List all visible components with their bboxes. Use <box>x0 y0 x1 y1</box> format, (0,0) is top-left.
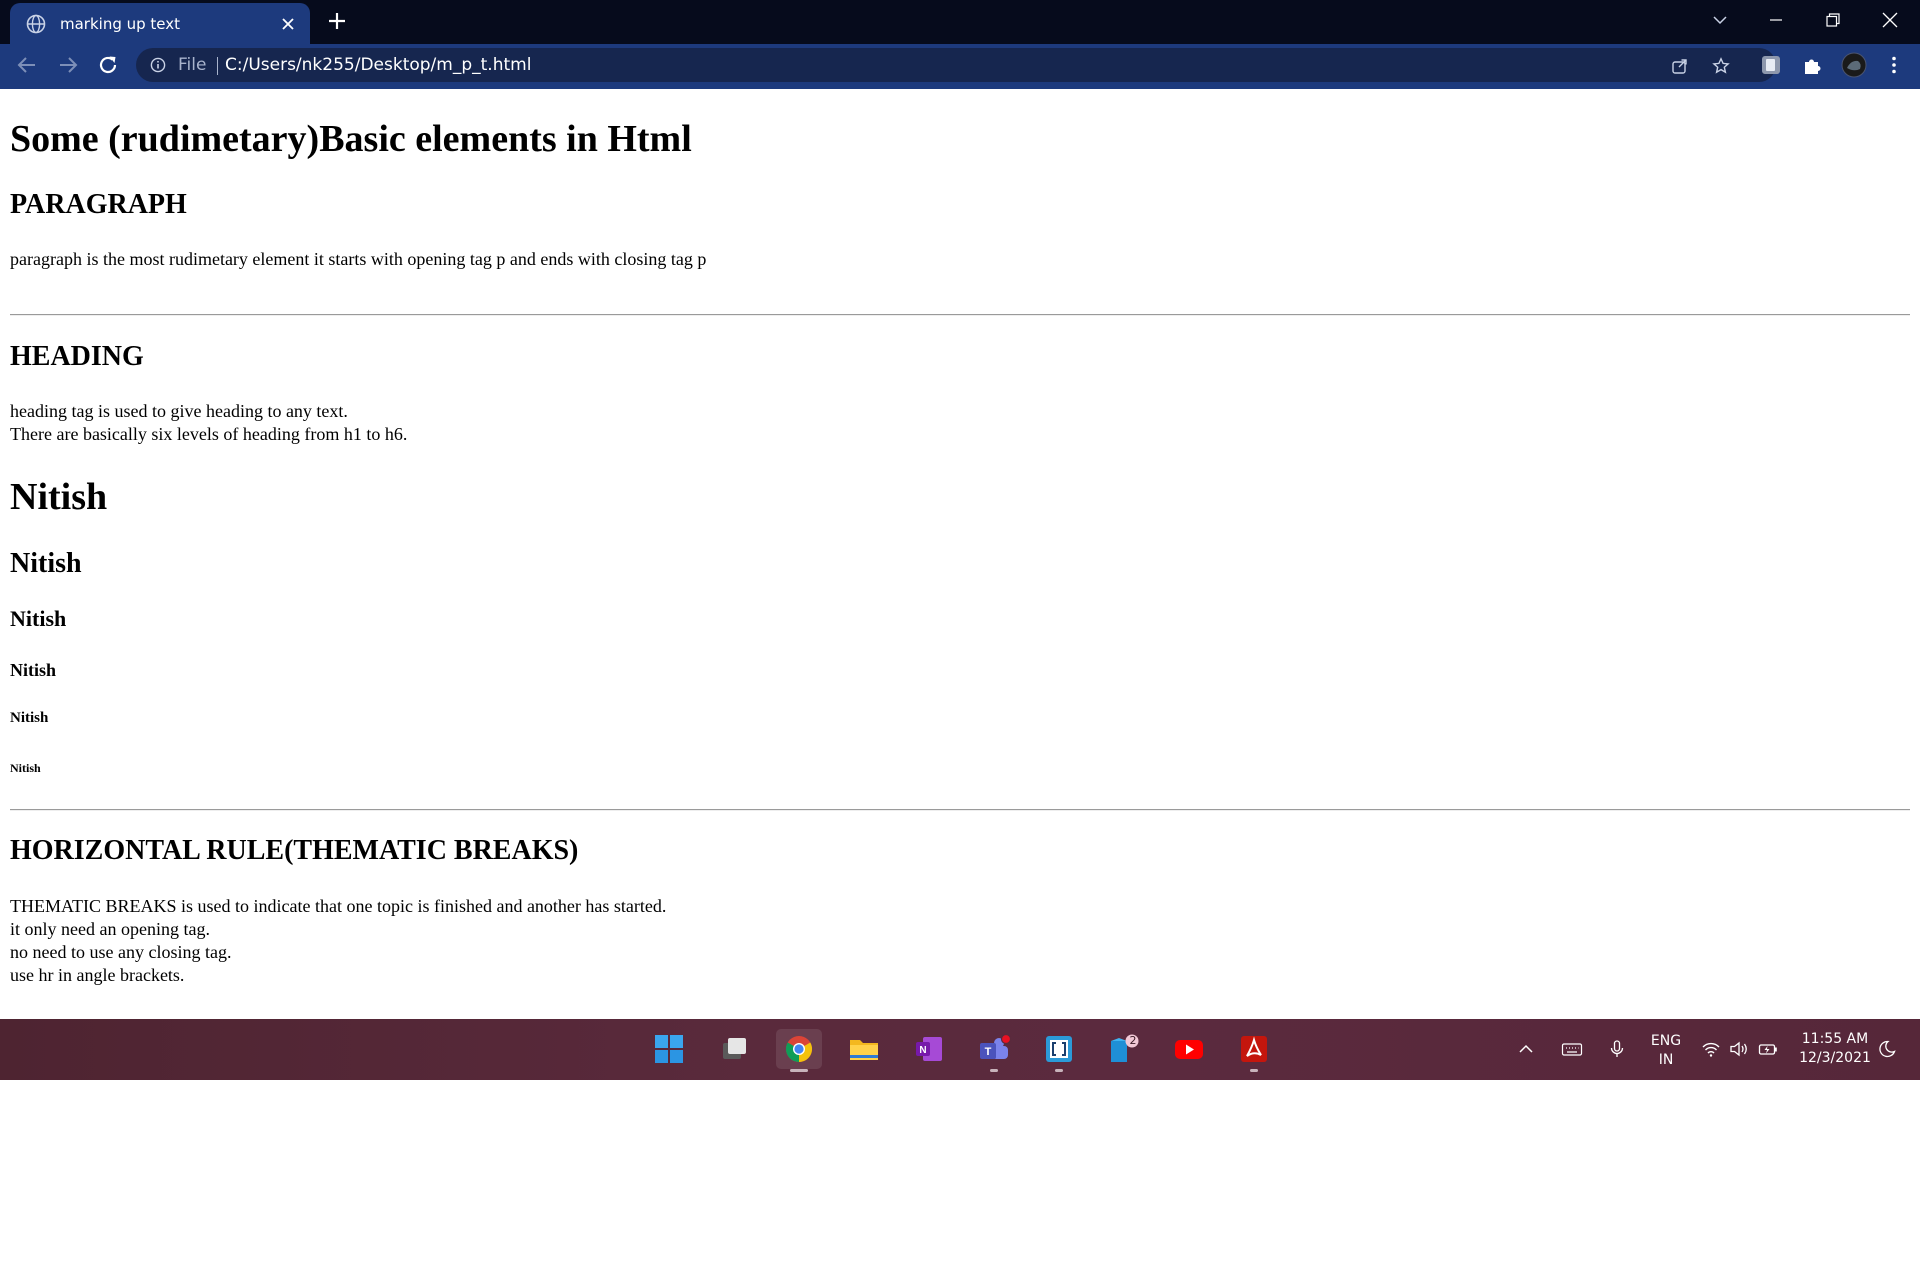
url-text[interactable]: C:/Users/nk255/Desktop/m_p_t.html <box>225 55 531 75</box>
close-icon <box>1882 12 1898 28</box>
svg-text:N: N <box>919 1045 926 1056</box>
tab-title: marking up text <box>60 14 181 33</box>
sample-h4: Nitish <box>10 660 57 680</box>
minimize-button[interactable] <box>1748 0 1804 40</box>
paragraph-text: paragraph is the most rudimetary element… <box>10 249 707 269</box>
acrobat-icon <box>1241 1036 1267 1062</box>
region-code: IN <box>1658 1052 1674 1068</box>
heading-text-line: heading tag is used to give heading to a… <box>10 401 348 421</box>
hr-text-line: it only need an opening tag. <box>10 919 210 939</box>
reload-icon[interactable] <box>96 53 120 77</box>
running-indicator <box>990 1069 998 1072</box>
extension-icon[interactable] <box>1760 54 1782 76</box>
windows-start-icon <box>655 1035 683 1063</box>
horizontal-rule <box>10 314 1910 316</box>
focus-assist-moon-icon[interactable] <box>1877 1039 1897 1059</box>
onenote-button[interactable]: N <box>906 1029 952 1069</box>
sample-h2: Nitish <box>10 548 82 579</box>
sample-h5: Nitish <box>10 710 49 726</box>
more-menu-icon[interactable] <box>1883 54 1905 76</box>
close-tab-icon[interactable] <box>280 16 296 32</box>
chevron-up-icon[interactable] <box>1516 1039 1536 1059</box>
address-bar[interactable]: File C:/Users/nk255/Desktop/m_p_t.html <box>136 48 1776 82</box>
clock-date: 12/3/2021 <box>1799 1050 1871 1066</box>
language-indicator[interactable]: ENG IN <box>1646 1032 1686 1070</box>
folder-icon <box>850 1040 878 1060</box>
restore-icon <box>1826 13 1840 27</box>
clock-time: 11:55 AM <box>1801 1031 1869 1047</box>
browser-tab-active[interactable]: marking up text <box>10 3 310 44</box>
restore-button[interactable] <box>1805 0 1861 40</box>
sample-h6: Nitish <box>10 761 41 775</box>
close-window-button[interactable] <box>1862 0 1918 40</box>
running-indicator <box>1250 1069 1258 1072</box>
hr-text-line: use hr in angle brackets. <box>10 965 185 985</box>
profile-avatar[interactable] <box>1841 52 1867 78</box>
teams-icon: T <box>980 1034 1011 1059</box>
running-indicator <box>1055 1069 1063 1072</box>
hr-text-line: no need to use any closing tag. <box>10 942 232 962</box>
acrobat-button[interactable] <box>1231 1029 1277 1072</box>
task-view-icon <box>723 1038 746 1059</box>
file-explorer-button[interactable] <box>841 1029 887 1069</box>
battery-charging-icon[interactable] <box>1758 1039 1778 1059</box>
puzzle-extensions-icon[interactable] <box>1801 54 1823 76</box>
bookmark-star-icon[interactable] <box>1712 57 1730 75</box>
new-tab-icon[interactable] <box>326 10 348 32</box>
terminal-icon <box>1046 1036 1072 1062</box>
wifi-icon[interactable] <box>1701 1039 1721 1059</box>
tab-strip: marking up text <box>0 0 1920 44</box>
youtube-icon <box>1175 1040 1203 1059</box>
tab-search-button[interactable] <box>1692 0 1748 40</box>
page-title: Some (rudimetary)Basic elements in Html <box>10 118 692 160</box>
chrome-taskbar-button[interactable] <box>776 1029 822 1072</box>
blank-area <box>0 1080 1920 1262</box>
sample-h3: Nitish <box>10 606 67 631</box>
svg-text:T: T <box>985 1046 992 1058</box>
task-view-button[interactable] <box>711 1029 757 1069</box>
url-scheme: File <box>178 55 207 75</box>
youtube-button[interactable] <box>1166 1029 1212 1069</box>
horizontal-rule <box>10 809 1910 811</box>
terminal-button[interactable] <box>1036 1029 1082 1072</box>
minimize-icon <box>1770 19 1782 21</box>
chrome-icon <box>785 1036 813 1063</box>
page-viewport: Some (rudimetary)Basic elements in Html … <box>0 89 1920 1019</box>
store-badge: 2 <box>1129 1034 1137 1047</box>
forward-arrow-icon[interactable] <box>56 53 80 77</box>
onenote-icon: N <box>916 1037 942 1061</box>
back-arrow-icon[interactable] <box>15 53 39 77</box>
chevron-down-icon <box>1713 16 1727 25</box>
start-button[interactable] <box>646 1029 692 1069</box>
hr-text-line: THEMATIC BREAKS is used to indicate that… <box>10 896 667 916</box>
active-indicator <box>790 1069 808 1072</box>
site-info-icon[interactable] <box>150 57 166 73</box>
volume-icon[interactable] <box>1729 1039 1749 1059</box>
url-separator <box>217 57 218 75</box>
globe-icon <box>26 14 46 33</box>
clock[interactable]: 11:55 AM 12/3/2021 <box>1795 1030 1875 1068</box>
hr-section-heading: HORIZONTAL RULE(THEMATIC BREAKS) <box>10 835 579 866</box>
share-icon[interactable] <box>1671 57 1689 75</box>
heading-text-line: There are basically six levels of headin… <box>10 424 408 444</box>
language-code: ENG <box>1650 1033 1682 1049</box>
sample-h1: Nitish <box>10 476 108 518</box>
teams-button[interactable]: T <box>971 1029 1017 1072</box>
paragraph-heading: PARAGRAPH <box>10 189 187 220</box>
taskbar: N T 2 ENG IN 11:55 AM 12/3/2021 <box>0 1019 1920 1080</box>
browser-toolbar: File C:/Users/nk255/Desktop/m_p_t.html <box>0 44 1920 86</box>
microphone-icon[interactable] <box>1607 1039 1627 1059</box>
keyboard-icon[interactable] <box>1561 1039 1583 1059</box>
heading-section-heading: HEADING <box>10 341 144 372</box>
store-button[interactable]: 2 <box>1101 1029 1147 1069</box>
